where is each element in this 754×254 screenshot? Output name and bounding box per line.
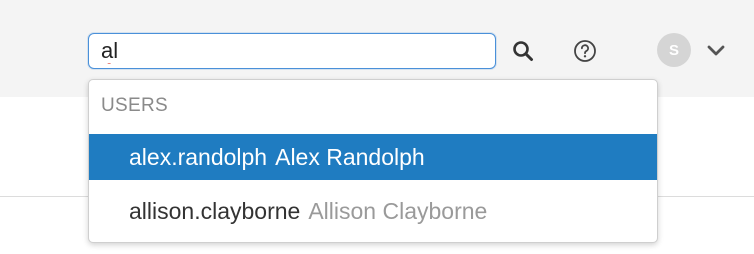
- result-full-name: Allison Clayborne: [308, 197, 488, 224]
- user-result-item[interactable]: alex.randolph Alex Randolph: [89, 134, 657, 180]
- result-username: alex.randolph: [129, 143, 268, 170]
- result-username: allison.clayborne: [129, 197, 301, 224]
- account-menu-button[interactable]: [702, 38, 730, 64]
- chevron-down-icon: [707, 45, 725, 56]
- search-icon: [513, 41, 533, 61]
- search-suggestions-dropdown: USERS alex.randolph Alex Randolph alliso…: [88, 79, 658, 243]
- avatar-initial: S: [668, 41, 679, 59]
- result-full-name: Alex Randolph: [275, 143, 425, 170]
- search-input[interactable]: [88, 33, 496, 69]
- search-button[interactable]: [508, 38, 538, 64]
- user-result-item[interactable]: allison.clayborne Allison Clayborne: [89, 188, 657, 234]
- help-circle-icon: [574, 40, 596, 62]
- avatar[interactable]: S: [657, 33, 691, 67]
- help-button[interactable]: [570, 38, 600, 64]
- section-label-users: USERS: [101, 95, 168, 116]
